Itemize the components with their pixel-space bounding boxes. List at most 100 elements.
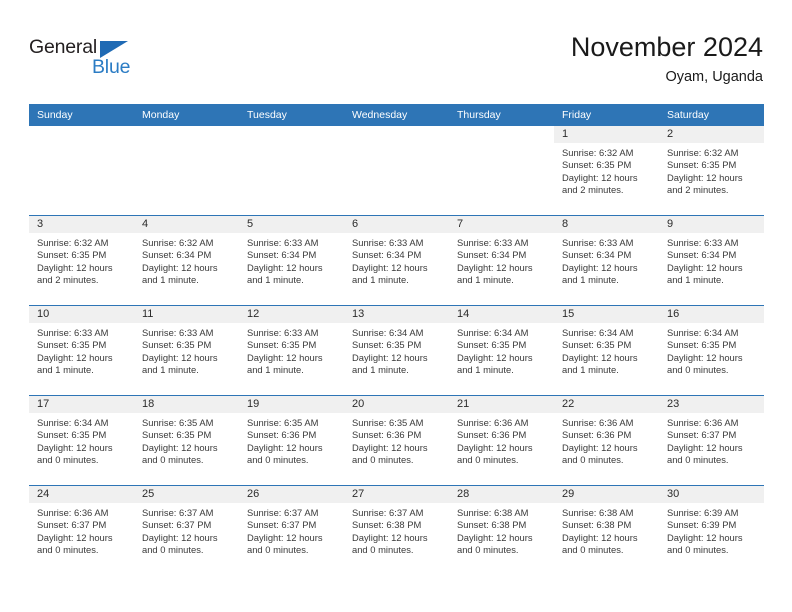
sunset-time: Sunset: 6:37 PM	[37, 519, 107, 531]
calendar-day-cell[interactable]: 10 Sunrise: 6:33 AM Sunset: 6:35 PM Dayligh…	[29, 305, 134, 396]
day-details: Sunrise: 6:32 AM Sunset: 6:34 PM Daylight:…	[134, 233, 239, 287]
calendar-day-cell[interactable]	[344, 126, 449, 216]
day-details: Sunrise: 6:37 AM Sunset: 6:37 PM Daylight:…	[134, 503, 239, 557]
calendar-week-row: 3 Sunrise: 6:32 AM Sunset: 6:35 PM Daylight…	[29, 215, 764, 306]
daylight-duration-line1: Daylight: 12 hours	[562, 531, 638, 543]
calendar-day-cell[interactable]	[134, 126, 239, 216]
daylight-duration-line2: and 0 minutes.	[457, 544, 519, 556]
sunset-time: Sunset: 6:36 PM	[562, 429, 632, 441]
sunrise-time: Sunrise: 6:36 AM	[562, 417, 634, 428]
day-cell-inner	[449, 126, 554, 215]
sunrise-time: Sunrise: 6:39 AM	[667, 507, 739, 518]
calendar-day-cell[interactable]: 2 Sunrise: 6:32 AM Sunset: 6:35 PM Daylight…	[659, 126, 764, 216]
daylight-duration-line2: and 0 minutes.	[457, 454, 519, 466]
daylight-duration-line1: Daylight: 12 hours	[352, 531, 428, 543]
daylight-duration-line2: and 1 minute.	[457, 274, 514, 286]
calendar-day-cell[interactable]	[29, 126, 134, 216]
daylight-duration-line1: Daylight: 12 hours	[457, 351, 533, 363]
daylight-duration-line1: Daylight: 12 hours	[562, 441, 638, 453]
calendar-day-cell[interactable]: 27 Sunrise: 6:37 AM Sunset: 6:38 PM Dayligh…	[344, 485, 449, 575]
sunrise-time: Sunrise: 6:36 AM	[457, 417, 529, 428]
day-details: Sunrise: 6:32 AM Sunset: 6:35 PM Daylight:…	[29, 233, 134, 287]
day-details: Sunrise: 6:35 AM Sunset: 6:36 PM Daylight:…	[239, 413, 344, 467]
day-cell-inner: 15 Sunrise: 6:34 AM Sunset: 6:35 PM Dayligh…	[554, 306, 659, 395]
day-number: 30	[659, 486, 764, 503]
sunrise-time: Sunrise: 6:33 AM	[247, 237, 319, 248]
calendar-week-row: 1 Sunrise: 6:32 AM Sunset: 6:35 PM Daylight…	[29, 126, 764, 216]
day-cell-inner: 7 Sunrise: 6:33 AM Sunset: 6:34 PM Daylight…	[449, 216, 554, 305]
day-number	[29, 126, 134, 143]
sunrise-time: Sunrise: 6:32 AM	[37, 237, 109, 248]
calendar-day-cell[interactable]	[449, 126, 554, 216]
sunset-time: Sunset: 6:34 PM	[247, 249, 317, 261]
day-number	[449, 126, 554, 143]
calendar-day-cell[interactable]: 22 Sunrise: 6:36 AM Sunset: 6:36 PM Dayligh…	[554, 395, 659, 486]
sunset-time: Sunset: 6:37 PM	[247, 519, 317, 531]
sunset-time: Sunset: 6:37 PM	[667, 429, 737, 441]
general-blue-logo[interactable]: General Blue	[29, 36, 159, 84]
calendar-day-cell[interactable]: 16 Sunrise: 6:34 AM Sunset: 6:35 PM Dayligh…	[659, 305, 764, 396]
day-number: 24	[29, 486, 134, 503]
day-cell-inner: 18 Sunrise: 6:35 AM Sunset: 6:35 PM Dayligh…	[134, 396, 239, 485]
day-number: 17	[29, 396, 134, 413]
calendar-day-cell[interactable]: 13 Sunrise: 6:34 AM Sunset: 6:35 PM Dayligh…	[344, 305, 449, 396]
calendar-day-cell[interactable]: 17 Sunrise: 6:34 AM Sunset: 6:35 PM Dayligh…	[29, 395, 134, 486]
sunset-time: Sunset: 6:35 PM	[37, 429, 107, 441]
day-details: Sunrise: 6:36 AM Sunset: 6:37 PM Daylight:…	[659, 413, 764, 467]
day-details: Sunrise: 6:36 AM Sunset: 6:36 PM Daylight:…	[554, 413, 659, 467]
calendar-day-cell[interactable]: 11 Sunrise: 6:33 AM Sunset: 6:35 PM Dayligh…	[134, 305, 239, 396]
day-number: 15	[554, 306, 659, 323]
daylight-duration-line1: Daylight: 12 hours	[457, 261, 533, 273]
calendar-day-cell[interactable]: 25 Sunrise: 6:37 AM Sunset: 6:37 PM Dayligh…	[134, 485, 239, 575]
sunset-time: Sunset: 6:35 PM	[352, 339, 422, 351]
day-cell-inner: 28 Sunrise: 6:38 AM Sunset: 6:38 PM Dayligh…	[449, 486, 554, 575]
calendar-day-cell[interactable]: 23 Sunrise: 6:36 AM Sunset: 6:37 PM Dayligh…	[659, 395, 764, 486]
day-number: 13	[344, 306, 449, 323]
day-details: Sunrise: 6:38 AM Sunset: 6:38 PM Daylight:…	[449, 503, 554, 557]
calendar-day-cell[interactable]: 29 Sunrise: 6:38 AM Sunset: 6:38 PM Dayligh…	[554, 485, 659, 575]
calendar-day-cell[interactable]: 1 Sunrise: 6:32 AM Sunset: 6:35 PM Daylight…	[554, 126, 659, 216]
sunrise-time: Sunrise: 6:33 AM	[562, 237, 634, 248]
day-details: Sunrise: 6:33 AM Sunset: 6:35 PM Daylight:…	[134, 323, 239, 377]
daylight-duration-line1: Daylight: 12 hours	[247, 261, 323, 273]
weekday-header-friday: Friday	[554, 104, 659, 126]
calendar-day-cell[interactable]: 6 Sunrise: 6:33 AM Sunset: 6:34 PM Daylight…	[344, 215, 449, 306]
day-number: 16	[659, 306, 764, 323]
calendar-day-cell[interactable]: 5 Sunrise: 6:33 AM Sunset: 6:34 PM Daylight…	[239, 215, 344, 306]
sunset-time: Sunset: 6:34 PM	[667, 249, 737, 261]
calendar-day-cell[interactable]: 3 Sunrise: 6:32 AM Sunset: 6:35 PM Daylight…	[29, 215, 134, 306]
daylight-duration-line1: Daylight: 12 hours	[667, 351, 743, 363]
calendar-day-cell[interactable]: 28 Sunrise: 6:38 AM Sunset: 6:38 PM Dayligh…	[449, 485, 554, 575]
calendar-day-cell[interactable]: 19 Sunrise: 6:35 AM Sunset: 6:36 PM Dayligh…	[239, 395, 344, 486]
day-cell-inner	[239, 126, 344, 215]
daylight-duration-line2: and 1 minute.	[142, 274, 199, 286]
sunset-time: Sunset: 6:35 PM	[457, 339, 527, 351]
calendar-day-cell[interactable]: 8 Sunrise: 6:33 AM Sunset: 6:34 PM Daylight…	[554, 215, 659, 306]
calendar-day-cell[interactable]: 4 Sunrise: 6:32 AM Sunset: 6:34 PM Daylight…	[134, 215, 239, 306]
calendar-day-cell[interactable]: 15 Sunrise: 6:34 AM Sunset: 6:35 PM Dayligh…	[554, 305, 659, 396]
day-cell-inner: 30 Sunrise: 6:39 AM Sunset: 6:39 PM Dayligh…	[659, 486, 764, 575]
day-cell-inner: 9 Sunrise: 6:33 AM Sunset: 6:34 PM Daylight…	[659, 216, 764, 305]
calendar-day-cell[interactable]: 18 Sunrise: 6:35 AM Sunset: 6:35 PM Dayligh…	[134, 395, 239, 486]
day-cell-inner: 14 Sunrise: 6:34 AM Sunset: 6:35 PM Dayligh…	[449, 306, 554, 395]
calendar-day-cell[interactable]: 7 Sunrise: 6:33 AM Sunset: 6:34 PM Daylight…	[449, 215, 554, 306]
calendar-day-cell[interactable]: 24 Sunrise: 6:36 AM Sunset: 6:37 PM Dayligh…	[29, 485, 134, 575]
calendar-day-cell[interactable]: 14 Sunrise: 6:34 AM Sunset: 6:35 PM Dayligh…	[449, 305, 554, 396]
sunrise-time: Sunrise: 6:33 AM	[457, 237, 529, 248]
calendar-day-cell[interactable]: 9 Sunrise: 6:33 AM Sunset: 6:34 PM Daylight…	[659, 215, 764, 306]
day-details: Sunrise: 6:37 AM Sunset: 6:37 PM Daylight:…	[239, 503, 344, 557]
calendar-day-cell[interactable]	[239, 126, 344, 216]
day-number: 20	[344, 396, 449, 413]
calendar-day-cell[interactable]: 26 Sunrise: 6:37 AM Sunset: 6:37 PM Dayligh…	[239, 485, 344, 575]
calendar-day-cell[interactable]: 30 Sunrise: 6:39 AM Sunset: 6:39 PM Dayligh…	[659, 485, 764, 575]
calendar-day-cell[interactable]: 12 Sunrise: 6:33 AM Sunset: 6:35 PM Dayligh…	[239, 305, 344, 396]
calendar-day-cell[interactable]: 21 Sunrise: 6:36 AM Sunset: 6:36 PM Dayligh…	[449, 395, 554, 486]
daylight-duration-line1: Daylight: 12 hours	[37, 351, 113, 363]
sunrise-time: Sunrise: 6:33 AM	[37, 327, 109, 338]
day-details: Sunrise: 6:35 AM Sunset: 6:36 PM Daylight:…	[344, 413, 449, 467]
calendar-week-row: 17 Sunrise: 6:34 AM Sunset: 6:35 PM Dayligh…	[29, 395, 764, 486]
sunset-time: Sunset: 6:37 PM	[142, 519, 212, 531]
calendar-week-row: 10 Sunrise: 6:33 AM Sunset: 6:35 PM Dayligh…	[29, 305, 764, 396]
day-cell-inner: 20 Sunrise: 6:35 AM Sunset: 6:36 PM Dayligh…	[344, 396, 449, 485]
calendar-day-cell[interactable]: 20 Sunrise: 6:35 AM Sunset: 6:36 PM Dayligh…	[344, 395, 449, 486]
